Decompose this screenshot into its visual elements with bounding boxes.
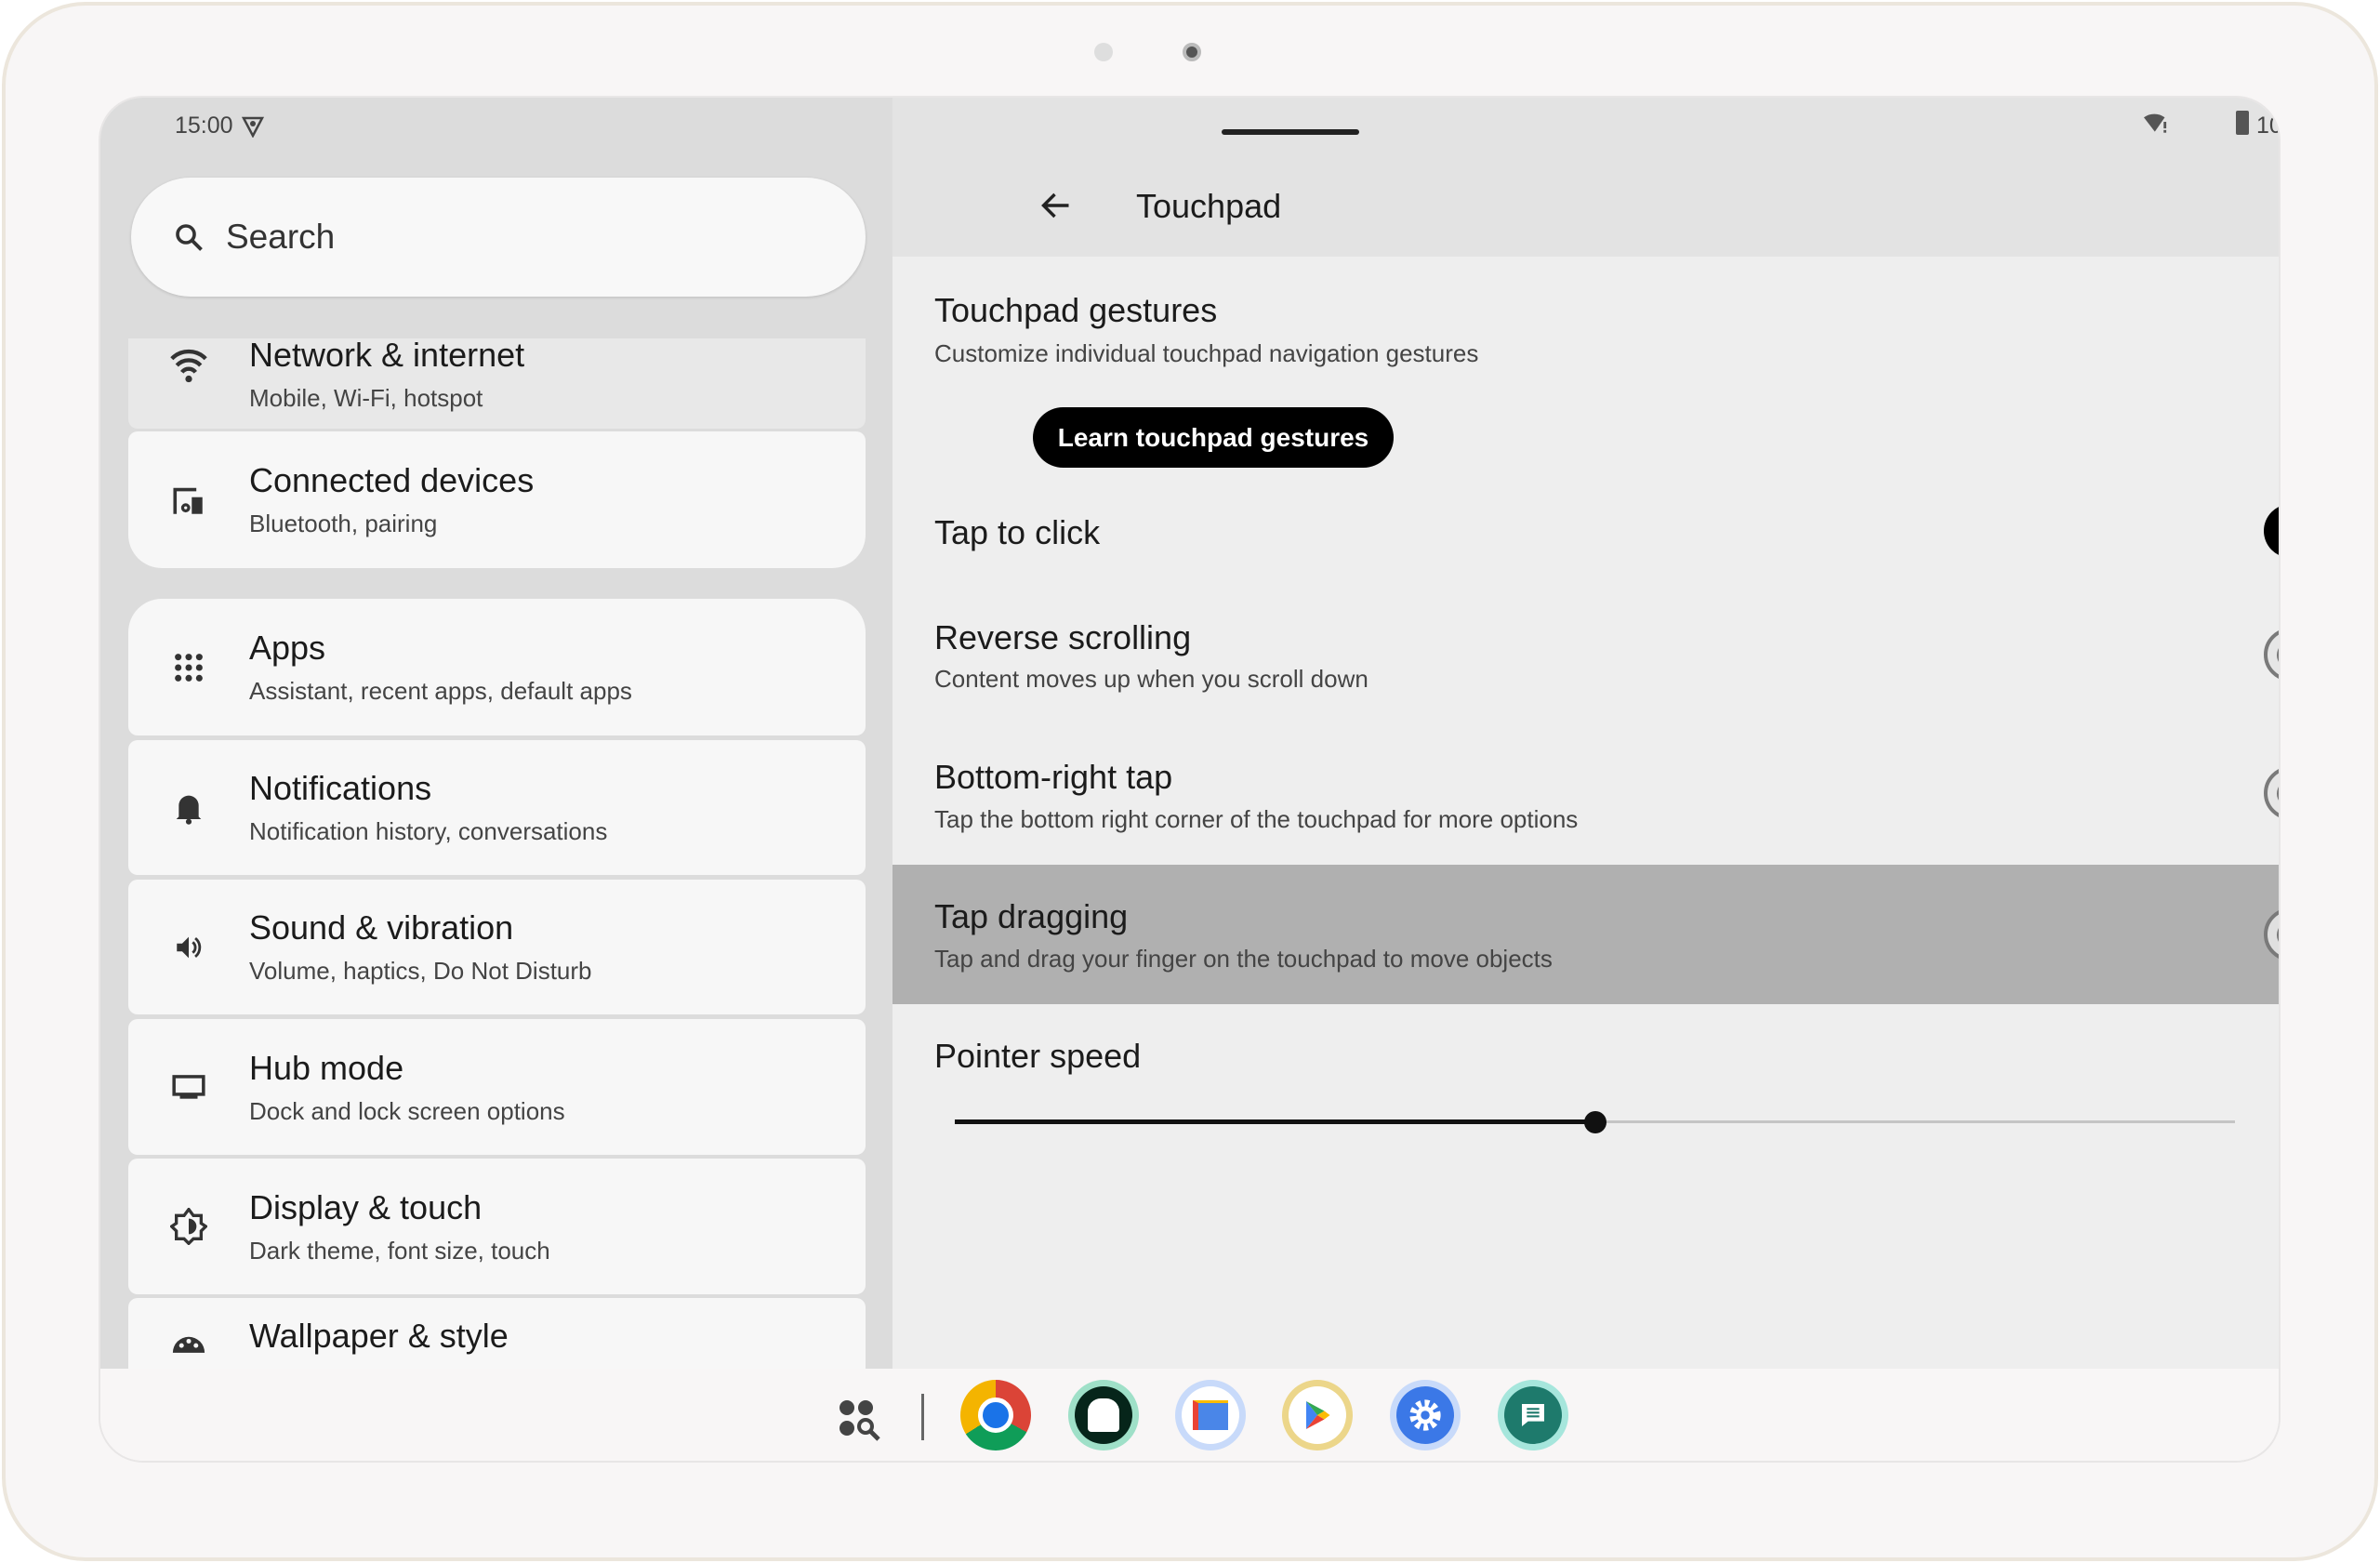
- setting-tap-dragging[interactable]: Tap dragging Tap and drag your finger on…: [892, 865, 2279, 1004]
- item-title: Touchpad gestures: [934, 291, 1218, 329]
- messages-app-icon[interactable]: [1498, 1380, 1568, 1450]
- tap-to-click-toggle[interactable]: [2264, 504, 2279, 558]
- slider-thumb[interactable]: [1583, 1111, 1606, 1133]
- apps-grid-icon: [175, 653, 203, 682]
- sidebar-item-apps[interactable]: Apps Assistant, recent apps, default apps: [128, 599, 866, 735]
- all-apps-search-icon[interactable]: [838, 1398, 882, 1443]
- sidebar-item-network[interactable]: Network & internet Mobile, Wi-Fi, hotspot: [128, 338, 866, 429]
- sidebar-item-hub-mode[interactable]: Hub mode Dock and lock screen options: [128, 1019, 866, 1155]
- page-title: Touchpad: [1136, 187, 1282, 225]
- item-subtitle: Content moves up when you scroll down: [934, 665, 1368, 693]
- wifi-icon: [170, 349, 207, 382]
- sensor-dot: [1094, 43, 1113, 61]
- item-subtitle: Volume, haptics, Do Not Disturb: [249, 957, 592, 985]
- item-title: Bottom-right tap: [934, 758, 1173, 796]
- palette-icon: [172, 1336, 205, 1353]
- chrome-app-icon[interactable]: [960, 1380, 1031, 1450]
- android-bot-app-icon[interactable]: [1068, 1380, 1139, 1450]
- item-title: Sound & vibration: [249, 908, 514, 947]
- files-app-icon[interactable]: [1175, 1380, 1246, 1450]
- search-input[interactable]: Search: [131, 178, 866, 297]
- item-title: Network & internet: [249, 338, 525, 374]
- devices-icon: [173, 487, 203, 514]
- item-subtitle: Tap the bottom right corner of the touch…: [934, 805, 1579, 833]
- item-title: Apps: [249, 629, 326, 667]
- front-camera: [1183, 43, 1201, 61]
- item-title: Tap dragging: [934, 897, 1129, 935]
- setting-pointer-speed: Pointer speed: [892, 1037, 2279, 1093]
- item-subtitle: Bluetooth, pairing: [249, 510, 438, 537]
- reverse-scrolling-toggle[interactable]: [2264, 628, 2279, 682]
- item-subtitle: Dark theme, font size, touch: [249, 1236, 550, 1265]
- sidebar-item-sound[interactable]: Sound & vibration Volume, haptics, Do Not…: [128, 880, 866, 1014]
- item-title: Hub mode: [249, 1048, 404, 1087]
- item-subtitle: Notification history, conversations: [249, 817, 608, 845]
- settings-list[interactable]: Network & internet Mobile, Wi-Fi, hotspot…: [128, 338, 866, 1369]
- drag-handle[interactable]: [1222, 129, 1359, 135]
- item-title: Wallpaper & style: [249, 1317, 509, 1355]
- item-title: Tap to click: [934, 513, 1101, 551]
- item-subtitle: Customize individual touchpad navigation…: [934, 339, 1479, 367]
- app-bar: 100% Touchpad: [892, 98, 2281, 257]
- search-placeholder: Search: [226, 218, 336, 256]
- sidebar-item-connected-devices[interactable]: Connected devices Bluetooth, pairing: [128, 431, 866, 568]
- item-title: Reverse scrolling: [934, 618, 1192, 656]
- item-subtitle: Tap and drag your finger on the touchpad…: [934, 945, 1553, 973]
- sidebar-item-notifications[interactable]: Notifications Notification history, conve…: [128, 740, 866, 875]
- back-arrow-icon[interactable]: [1039, 189, 1073, 222]
- slider-fill: [955, 1119, 1595, 1124]
- item-title: Pointer speed: [934, 1037, 1142, 1075]
- item-subtitle: Mobile, Wi-Fi, hotspot: [249, 384, 483, 412]
- setting-bottom-right-tap[interactable]: Bottom-right tap Tap the bottom right co…: [892, 739, 2279, 865]
- search-icon: [176, 224, 203, 251]
- tap-dragging-toggle[interactable]: [2264, 907, 2279, 961]
- setting-tap-to-click[interactable]: Tap to click: [892, 488, 2279, 581]
- settings-sidebar: 15:00 Search Network & internet Mobile, W…: [100, 98, 892, 1369]
- settings-app-icon[interactable]: [1390, 1380, 1461, 1450]
- speaker-icon: [177, 936, 202, 958]
- play-store-app-icon[interactable]: [1282, 1380, 1353, 1450]
- bottom-right-tap-toggle[interactable]: [2264, 766, 2279, 820]
- wifi-alert-icon: [2144, 113, 2167, 133]
- bell-icon: [176, 795, 202, 825]
- sidebar-item-wallpaper[interactable]: Wallpaper & style: [128, 1298, 866, 1369]
- item-title: Connected devices: [249, 461, 535, 499]
- monitor-icon: [172, 1075, 205, 1099]
- pointer-speed-slider[interactable]: [955, 1111, 2235, 1133]
- brightness-icon: [170, 1208, 207, 1245]
- battery-percent: 100%: [2256, 113, 2281, 139]
- touchpad-settings-pane: 100% Touchpad Touchpad gestures Customiz…: [892, 98, 2281, 1369]
- touchpad-gestures-item[interactable]: Touchpad gestures Customize individual t…: [892, 291, 2279, 384]
- status-time: 15:00: [175, 113, 233, 139]
- learn-gestures-button[interactable]: Learn touchpad gestures: [1033, 407, 1394, 468]
- item-title: Notifications: [249, 769, 432, 807]
- item-subtitle: Assistant, recent apps, default apps: [249, 677, 632, 705]
- taskbar-divider: [921, 1394, 924, 1440]
- item-title: Display & touch: [249, 1187, 483, 1226]
- sidebar-item-display[interactable]: Display & touch Dark theme, font size, to…: [128, 1159, 866, 1294]
- setting-reverse-scrolling[interactable]: Reverse scrolling Content moves up when …: [892, 600, 2279, 721]
- item-subtitle: Dock and lock screen options: [249, 1096, 565, 1125]
- vpn-shield-icon: [242, 116, 264, 138]
- battery-icon: [2236, 111, 2249, 135]
- screen: 15:00 Search Network & internet Mobile, W…: [99, 96, 2281, 1463]
